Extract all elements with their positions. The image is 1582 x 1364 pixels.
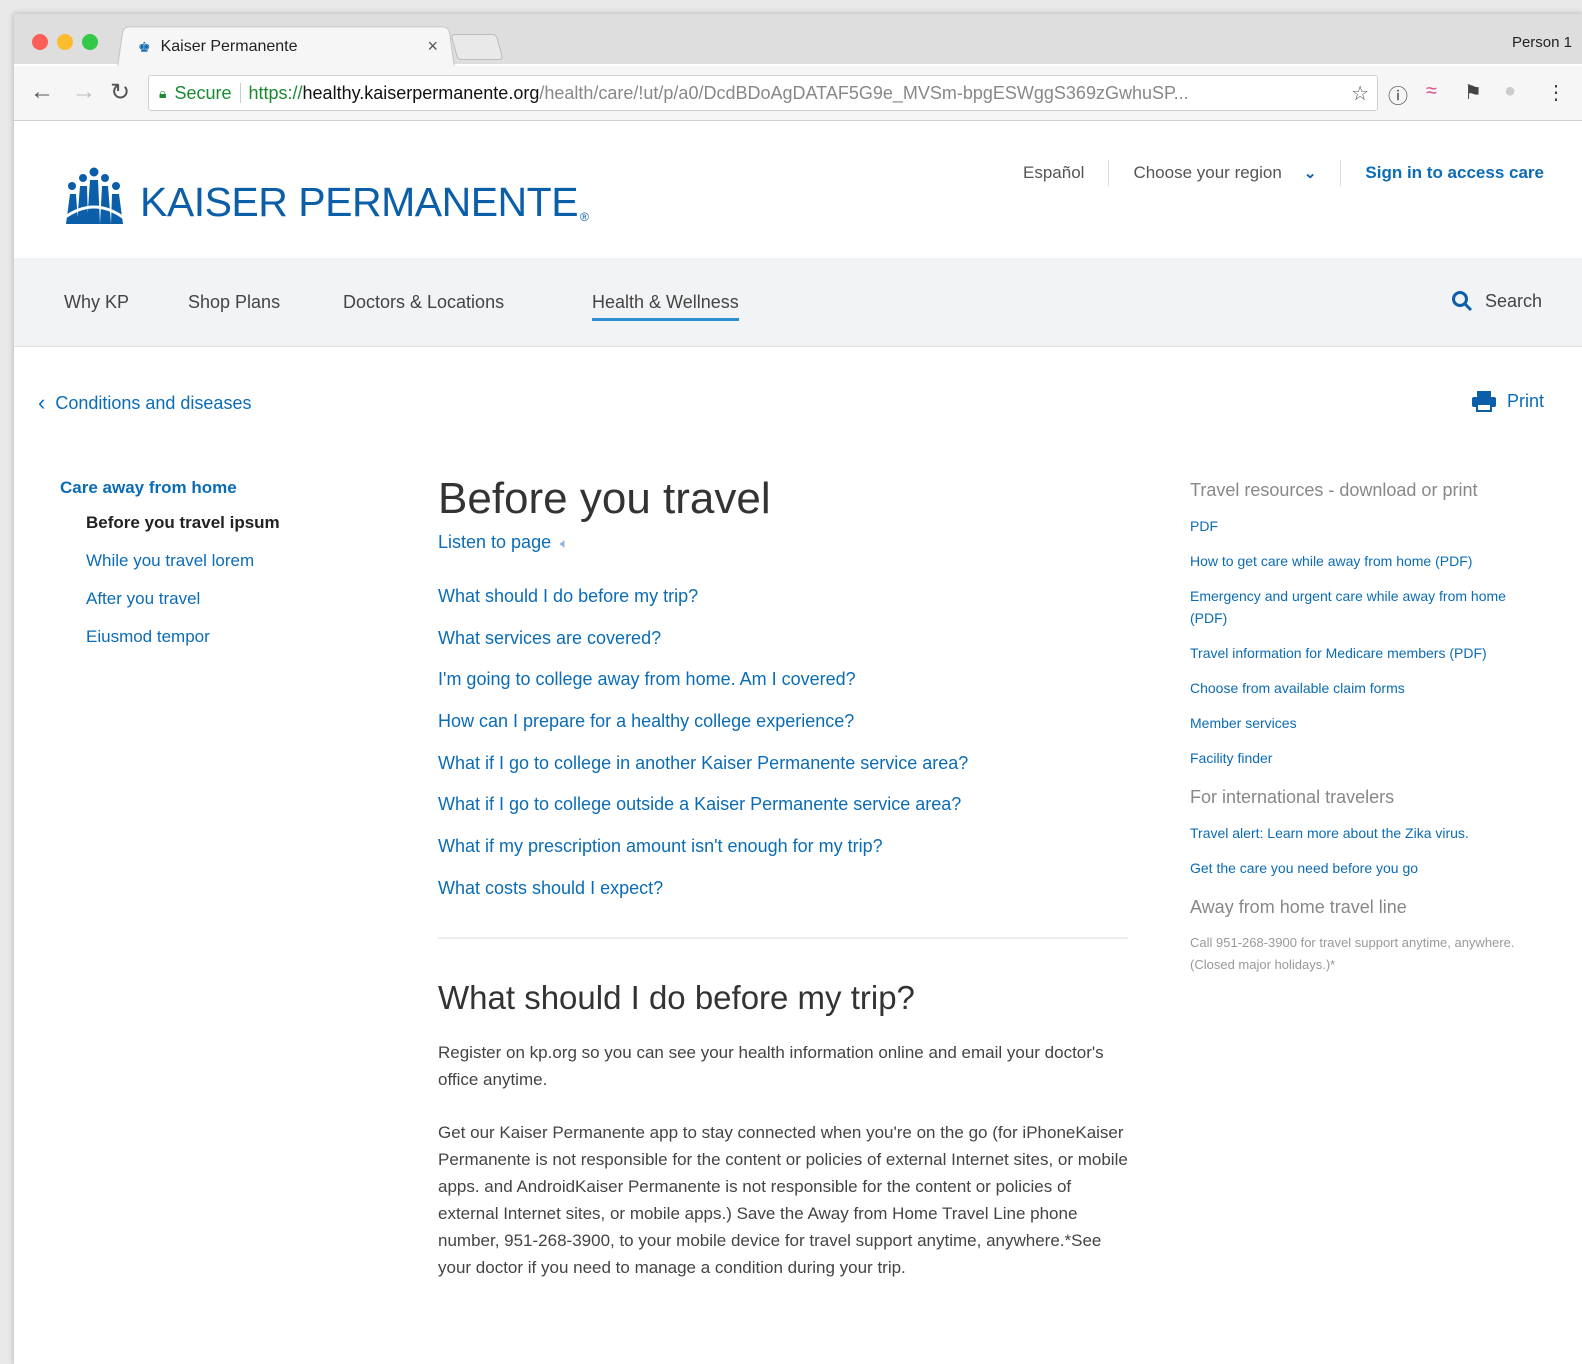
right-rail: Travel resources - download or print PDF… bbox=[1190, 480, 1540, 976]
resources-heading: Travel resources - download or print bbox=[1190, 480, 1478, 500]
region-select[interactable]: Choose your region ⌄ bbox=[1133, 163, 1316, 183]
print-button[interactable]: Print bbox=[1471, 390, 1544, 412]
lock-icon: 🔒︎ bbox=[159, 84, 167, 101]
intl-link[interactable]: Travel alert: Learn more about the Zika … bbox=[1190, 822, 1540, 844]
table-of-contents: What should I do before my trip? What se… bbox=[438, 585, 1138, 919]
main-content: Before you travel Listen to page 🔈︎ What… bbox=[438, 472, 1138, 1307]
new-tab-button[interactable] bbox=[450, 34, 504, 60]
page-title: Before you travel bbox=[438, 474, 771, 523]
intl-heading: For international travelers bbox=[1190, 787, 1395, 807]
toc-link[interactable]: What if I go to college outside a Kaiser… bbox=[438, 793, 1138, 835]
kp-logo[interactable]: KAISER PERMANENTE ® bbox=[62, 166, 589, 224]
tab-title: Kaiser Permanente bbox=[160, 38, 298, 55]
close-window-button[interactable] bbox=[32, 34, 48, 50]
registered-mark: ® bbox=[580, 210, 589, 224]
nav-item-why-kp[interactable]: Why KP bbox=[64, 292, 129, 313]
main-nav: Why KP Shop Plans Doctors & Locations He… bbox=[14, 258, 1582, 347]
browser-window: ♚ Kaiser Permanente × Person 1 ← → ↻ 🔒︎ … bbox=[14, 14, 1582, 1364]
url-scheme: https:// bbox=[248, 82, 303, 103]
region-label: Choose your region bbox=[1133, 163, 1282, 182]
toc-link[interactable]: What if I go to college in another Kaise… bbox=[438, 752, 1138, 794]
nav-item-doctors-locations[interactable]: Doctors & Locations bbox=[343, 292, 504, 313]
speaker-icon: 🔈︎ bbox=[560, 535, 569, 551]
signin-link[interactable]: Sign in to access care bbox=[1365, 163, 1544, 183]
side-nav-heading[interactable]: Care away from home bbox=[60, 478, 280, 498]
toc-link[interactable]: What services are covered? bbox=[438, 627, 1138, 669]
url-host: healthy.kaiserpermanente.org bbox=[302, 82, 540, 103]
intl-link[interactable]: Get the care you need before you go bbox=[1190, 857, 1540, 879]
star-icon[interactable]: ☆ bbox=[1351, 81, 1369, 106]
browser-tab-content[interactable]: ♚ Kaiser Permanente × bbox=[138, 36, 438, 58]
side-nav-item-while-you-travel[interactable]: While you travel lorem bbox=[86, 551, 280, 571]
section-divider bbox=[438, 936, 1128, 939]
divider bbox=[1108, 160, 1110, 186]
kp-favicon-icon: ♚ bbox=[138, 38, 151, 55]
body-paragraph: Register on kp.org so you can see your h… bbox=[438, 1042, 1104, 1089]
side-nav: Care away from home Before you travel ip… bbox=[60, 478, 280, 665]
resource-link[interactable]: Facility finder bbox=[1190, 747, 1540, 769]
address-bar[interactable]: 🔒︎ Secure https:// healthy.kaiserpermane… bbox=[148, 75, 1378, 111]
browser-toolbar: ← → ↻ 🔒︎ Secure https:// healthy.kaiserp… bbox=[14, 66, 1582, 121]
chevron-down-icon: ⌄ bbox=[1303, 165, 1317, 182]
logo-text: KAISER PERMANENTE bbox=[140, 179, 579, 225]
toc-link[interactable]: How can I prepare for a healthy college … bbox=[438, 710, 1138, 752]
reload-icon[interactable]: ↻ bbox=[110, 78, 130, 107]
resource-link[interactable]: Travel information for Medicare members … bbox=[1190, 642, 1540, 664]
search-label: Search bbox=[1484, 290, 1542, 311]
search-icon bbox=[1451, 291, 1473, 312]
nav-item-shop-plans[interactable]: Shop Plans bbox=[188, 292, 280, 313]
resource-link[interactable]: Emergency and urgent care while away fro… bbox=[1190, 585, 1540, 629]
site-header: KAISER PERMANENTE ® Español Choose your … bbox=[14, 122, 1582, 258]
travel-line-text: Call 951-268-3900 for travel support any… bbox=[1190, 935, 1515, 972]
back-arrow-icon[interactable]: ← bbox=[30, 78, 54, 106]
back-link[interactable]: ‹ Conditions and diseases bbox=[38, 390, 251, 416]
divider bbox=[239, 83, 241, 103]
search-button[interactable]: Search bbox=[1451, 290, 1542, 312]
toc-link[interactable]: What should I do before my trip? bbox=[438, 585, 1138, 627]
side-nav-item-eiusmod[interactable]: Eiusmod tempor bbox=[86, 627, 280, 647]
menu-icon[interactable]: ⋮ bbox=[1546, 80, 1566, 105]
side-nav-item-after-you-travel[interactable]: After you travel bbox=[86, 589, 280, 609]
resource-link[interactable]: Choose from available claim forms bbox=[1190, 677, 1540, 699]
language-link[interactable]: Español bbox=[1023, 163, 1084, 183]
flag-extension-icon[interactable]: ⚑ bbox=[1464, 80, 1482, 105]
listen-to-page-link[interactable]: Listen to page 🔈︎ bbox=[438, 532, 1138, 553]
nav-item-health-wellness[interactable]: Health & Wellness bbox=[592, 292, 739, 321]
listen-label: Listen to page bbox=[438, 532, 552, 552]
forward-arrow-icon[interactable]: → bbox=[72, 78, 96, 106]
toc-link[interactable]: What costs should I expect? bbox=[438, 877, 1138, 919]
back-link-label: Conditions and diseases bbox=[55, 392, 252, 413]
divider bbox=[1340, 160, 1342, 186]
maximize-window-button[interactable] bbox=[82, 34, 98, 50]
toc-link[interactable]: What if my prescription amount isn't eno… bbox=[438, 835, 1138, 877]
chevron-left-icon: ‹ bbox=[38, 390, 46, 415]
resource-link[interactable]: Member services bbox=[1190, 712, 1540, 734]
section-title: What should I do before my trip? bbox=[438, 978, 915, 1016]
toc-link[interactable]: I'm going to college away from home. Am … bbox=[438, 668, 1138, 710]
body-paragraph: Get our Kaiser Permanente app to stay co… bbox=[438, 1122, 1128, 1277]
resource-link[interactable]: PDF bbox=[1190, 515, 1540, 537]
secure-label: Secure bbox=[174, 82, 232, 103]
resource-link[interactable]: How to get care while away from home (PD… bbox=[1190, 550, 1540, 572]
tab-strip: ♚ Kaiser Permanente × Person 1 bbox=[14, 14, 1582, 68]
travel-line-heading: Away from home travel line bbox=[1190, 897, 1407, 917]
pink-extension-icon[interactable]: ≈ bbox=[1426, 80, 1437, 103]
gray-extension-icon[interactable]: ● bbox=[1504, 80, 1516, 103]
side-nav-item-before-you-travel[interactable]: Before you travel ipsum bbox=[86, 513, 280, 533]
kp-logo-icon bbox=[63, 167, 125, 224]
print-label: Print bbox=[1506, 390, 1544, 411]
info-extension-icon[interactable]: ⓘ bbox=[1388, 80, 1408, 109]
utility-nav: Español Choose your region ⌄ Sign in to … bbox=[1023, 160, 1544, 186]
tab-close-icon[interactable]: × bbox=[427, 36, 438, 57]
url-path: /health/care/!ut/p/a0/DcdBDoAgDATAF5G9e_… bbox=[539, 82, 1189, 103]
profile-button[interactable]: Person 1 bbox=[1512, 34, 1572, 51]
print-icon bbox=[1471, 391, 1496, 412]
minimize-window-button[interactable] bbox=[57, 34, 73, 50]
